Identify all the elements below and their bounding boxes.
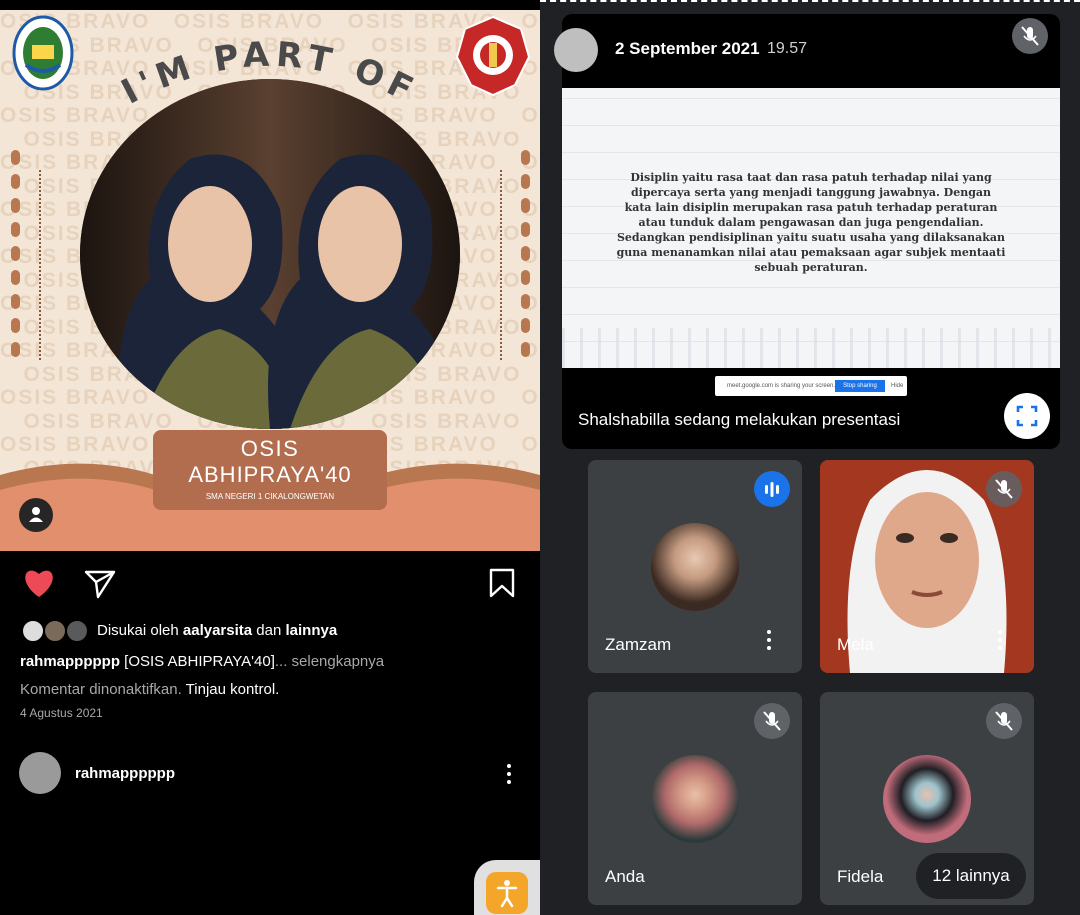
caption-more-link[interactable]: ... selengkapnya — [275, 653, 384, 670]
presentation-card: 2 September 2021 19.57 Disiplin yaitu ra… — [554, 14, 1060, 449]
participant-name: Zamzam — [605, 635, 672, 654]
caption-username[interactable]: rahmapppppp — [20, 653, 120, 670]
mic-off-indicator — [986, 703, 1022, 739]
school-logo-icon — [12, 15, 74, 91]
presenting-label: Shalshabilla sedang melakukan presentasi — [578, 410, 901, 429]
participant-name: Anda — [605, 867, 645, 886]
audio-level-icon — [765, 482, 779, 497]
participant-tile-mela[interactable]: Mela — [820, 460, 1034, 673]
hide-button[interactable]: Hide — [891, 383, 903, 389]
avatar — [65, 619, 89, 643]
left-dots-decoration — [11, 150, 21, 366]
accessibility-icon — [486, 872, 528, 914]
like-heart-icon[interactable] — [22, 567, 56, 599]
badge-line-3: SMA NEGERI 1 CIKALONGWETAN — [205, 492, 335, 501]
status-strip — [0, 0, 540, 10]
poster-badge: OSIS ABHIPRAYA'40 SMA NEGERI 1 CIKALONGW… — [153, 430, 387, 510]
presenter-mic-off — [1012, 18, 1048, 54]
share-send-icon[interactable] — [84, 569, 116, 599]
shared-slide: Disiplin yaitu rasa taat dan rasa patuh … — [562, 88, 1060, 368]
mic-off-indicator — [754, 703, 790, 739]
mic-off-icon — [1021, 26, 1039, 46]
likes-others[interactable]: lainnya — [286, 622, 338, 639]
sharing-bar: meet.google.com is sharing your screen. … — [715, 376, 907, 396]
caption-text: [OSIS ABHIPRAYA'40] — [120, 653, 275, 670]
meeting-time: 19.57 — [767, 40, 808, 57]
left-dash-decoration — [39, 170, 43, 360]
post-date: 4 Agustus 2021 — [20, 706, 103, 720]
badge-line-1: OSIS — [240, 436, 300, 461]
participant-avatar — [883, 755, 971, 843]
profile-username[interactable]: rahmapppppp — [75, 765, 175, 782]
liker-avatars[interactable] — [21, 619, 91, 643]
person-icon — [29, 507, 43, 522]
participant-tile-anda[interactable]: Anda — [588, 692, 802, 905]
participant-name: Fidela — [837, 867, 884, 886]
osis-logo-icon — [455, 15, 531, 97]
poster-photo — [80, 79, 460, 429]
slide-text: Disiplin yaitu rasa taat dan rasa patuh … — [616, 171, 1006, 274]
participant-avatar — [651, 755, 739, 843]
more-participants-button[interactable]: 12 lainnya — [916, 853, 1026, 899]
sharing-text: meet.google.com is sharing your screen. — [727, 383, 836, 389]
post-caption: rahmapppppp [OSIS ABHIPRAYA'40]... selen… — [20, 653, 384, 670]
likes-prefix: Disukai oleh — [97, 622, 183, 639]
participant-name: Mela — [837, 635, 874, 654]
right-dash-decoration — [500, 170, 504, 360]
mic-off-icon — [995, 711, 1013, 731]
fullscreen-icon — [1016, 405, 1038, 427]
badge-line-2: ABHIPRAYA'40 — [188, 462, 352, 487]
accessibility-button[interactable] — [474, 860, 540, 915]
more-options-icon[interactable] — [507, 764, 511, 788]
mic-off-icon — [763, 711, 781, 731]
fullscreen-button[interactable] — [1004, 393, 1050, 439]
instagram-post-panel: OSIS BRAVO OSIS BRAVO OSIS BRAVO OSIS BR… — [0, 0, 540, 915]
avatar — [43, 619, 67, 643]
speaking-indicator — [754, 471, 790, 507]
presenter-avatar — [554, 28, 598, 72]
mic-off-indicator — [986, 471, 1022, 507]
likes-user[interactable]: aalyarsita — [183, 622, 252, 639]
tagged-users-button[interactable] — [19, 498, 53, 532]
right-dots-decoration — [521, 150, 531, 366]
participant-avatar — [651, 523, 739, 611]
post-image[interactable]: OSIS BRAVO OSIS BRAVO OSIS BRAVO OSIS BR… — [0, 10, 540, 551]
comments-disabled-text: Komentar dinonaktifkan. — [20, 681, 182, 698]
more-options-icon[interactable] — [998, 630, 1002, 654]
profile-avatar[interactable] — [19, 752, 61, 794]
mic-off-icon — [995, 479, 1013, 499]
more-options-icon[interactable] — [767, 630, 771, 654]
meeting-date: 2 September 2021 — [615, 39, 760, 58]
likes-middle: dan — [252, 622, 286, 639]
google-meet-panel: 2 September 2021 19.57 Disiplin yaitu ra… — [540, 0, 1080, 915]
participant-tile-zamzam[interactable]: Zamzam — [588, 460, 802, 673]
likes-summary[interactable]: Disukai oleh aalyarsita dan lainnya — [97, 622, 337, 639]
slide-doodles — [562, 328, 1060, 368]
avatar — [21, 619, 45, 643]
stop-sharing-button[interactable]: Stop sharing — [835, 380, 885, 392]
save-bookmark-icon[interactable] — [488, 567, 516, 599]
comments-status: Komentar dinonaktifkan. Tinjau kontrol. — [20, 681, 279, 698]
review-controls-link[interactable]: Tinjau kontrol. — [182, 681, 280, 698]
